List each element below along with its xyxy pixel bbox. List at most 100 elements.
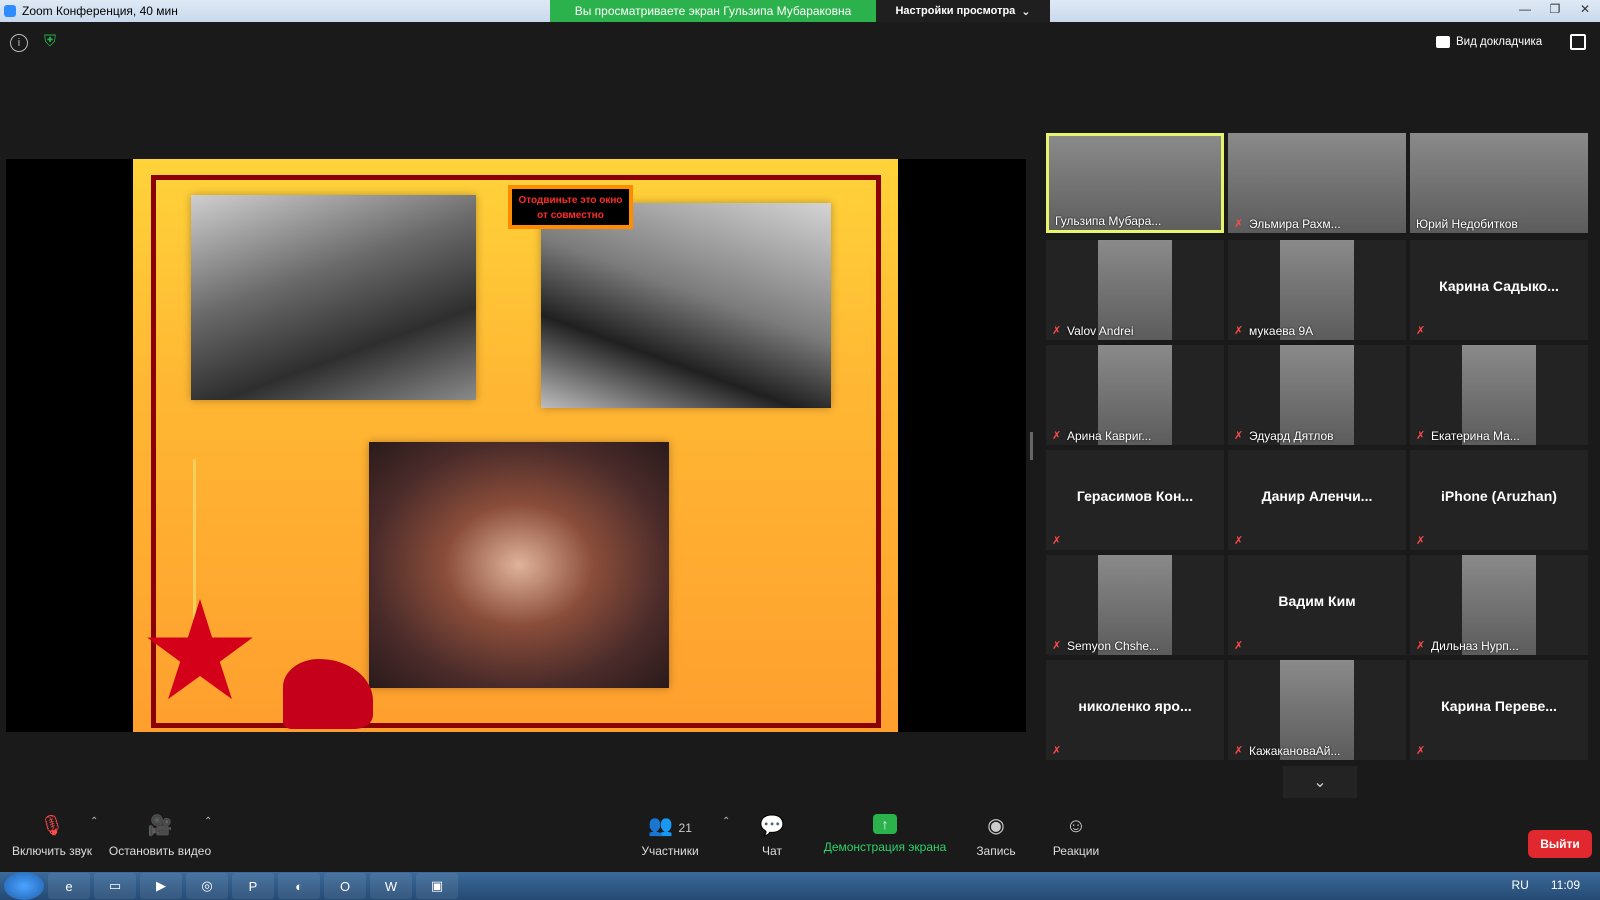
participant-tile[interactable]: ✗ Valov Andrei xyxy=(1046,240,1224,340)
participant-name-center: Герасимов Кон... xyxy=(1076,488,1194,504)
system-tray: RU 11:09 xyxy=(1512,878,1580,892)
muted-mic-icon: ✗ xyxy=(1052,535,1062,547)
participant-tile[interactable]: iPhone (Aruzhan) ✗ xyxy=(1410,450,1588,550)
participant-tile[interactable]: николенко яро... ✗ xyxy=(1046,660,1224,760)
popup-text: Отодвиньте это окно от совместно xyxy=(518,195,623,221)
firefox-icon[interactable]: ◐ xyxy=(278,873,320,899)
view-options-label: Настройки просмотра xyxy=(895,5,1016,17)
participants-icon: 👥 21 xyxy=(648,815,692,837)
participant-tile[interactable]: ✗ мукаева 9А xyxy=(1228,240,1406,340)
muted-mic-icon: ✗ xyxy=(1052,640,1062,652)
participant-name-center: Данир Аленчи... xyxy=(1261,488,1373,504)
participant-tile[interactable]: ✗ Эдуард Дятлов xyxy=(1228,345,1406,445)
word-icon[interactable]: W xyxy=(370,873,412,899)
participant-name: Юрий Недобитков xyxy=(1416,217,1518,231)
participant-name-center: iPhone (Aruzhan) xyxy=(1441,488,1557,504)
participant-tile[interactable]: ✗ Эльмира Рахм... xyxy=(1228,133,1406,233)
participant-name-center: Карина Переве... xyxy=(1441,698,1557,714)
participant-tile[interactable]: Гульзипа Мубара... xyxy=(1046,133,1224,233)
leave-meeting-button[interactable]: Выйти xyxy=(1528,830,1592,858)
participant-tile[interactable]: Герасимов Кон... ✗ xyxy=(1046,450,1224,550)
share-banner-text: Вы просматриваете экран Гульзипа Мубарак… xyxy=(574,4,852,18)
participant-tile[interactable]: ✗ Арина Кавриг... xyxy=(1046,345,1224,445)
participant-tile[interactable]: Данир Аленчи... ✗ xyxy=(1228,450,1406,550)
participants-count: 21 xyxy=(678,821,692,835)
muted-mic-icon: ✗ xyxy=(1234,430,1244,442)
photo-train-soldiers xyxy=(191,195,476,400)
record-button[interactable]: ◉ Запись xyxy=(972,814,1020,858)
fullscreen-icon[interactable] xyxy=(1570,34,1586,50)
participant-name: Дильназ Нурп... xyxy=(1431,639,1519,653)
participant-name-center: Карина Садыко... xyxy=(1439,278,1559,294)
zoom-taskbar-icon[interactable]: ▣ xyxy=(416,873,458,899)
participant-name: Semyon Chshe... xyxy=(1067,639,1160,653)
record-label: Запись xyxy=(976,844,1016,858)
chrome-icon[interactable]: ◎ xyxy=(186,873,228,899)
meeting-toolbar: 🎙 Включить звук ⌃ 🎥 Остановить видео ⌃ 👥… xyxy=(0,808,1600,872)
speaker-view-icon xyxy=(1436,36,1450,48)
powerpoint-icon[interactable]: P xyxy=(232,873,274,899)
clock[interactable]: 11:09 xyxy=(1551,878,1580,892)
gallery-next-page-button[interactable]: ⌄ xyxy=(1283,766,1357,798)
unmute-button[interactable]: 🎙 Включить звук ⌃ xyxy=(10,814,98,858)
participant-tile[interactable]: ✗ Дильназ Нурп... xyxy=(1410,555,1588,655)
opera-icon[interactable]: O xyxy=(324,873,366,899)
participant-tile[interactable]: Вадим Ким ✗ xyxy=(1228,555,1406,655)
participant-name: Эльмира Рахм... xyxy=(1249,217,1341,231)
video-options-caret[interactable]: ⌃ xyxy=(204,816,212,827)
participant-name: Екатерина Ма... xyxy=(1431,429,1520,443)
stop-video-button[interactable]: 🎥 Остановить видео ⌃ xyxy=(108,814,213,858)
participant-tile[interactable]: Карина Садыко... ✗ xyxy=(1410,240,1588,340)
share-screen-button[interactable]: ↑ Демонстрация экрана xyxy=(820,814,950,854)
participant-name: КажакановаАй... xyxy=(1249,744,1341,758)
muted-mic-icon: ✗ xyxy=(1234,640,1244,652)
info-icon[interactable]: i xyxy=(10,34,28,52)
participant-tile[interactable]: Карина Переве... ✗ xyxy=(1410,660,1588,760)
close-icon[interactable]: ✕ xyxy=(1570,0,1600,18)
restore-icon[interactable]: ❐ xyxy=(1540,0,1570,18)
chevron-down-icon: ⌄ xyxy=(1313,774,1327,791)
chevron-down-icon: ⌄ xyxy=(1021,5,1031,18)
participant-tile[interactable]: Юрий Недобитков xyxy=(1410,133,1588,233)
record-icon: ◉ xyxy=(987,815,1005,837)
muted-mic-icon: ✗ xyxy=(1416,640,1426,652)
photo-mother xyxy=(369,442,669,688)
ie-icon[interactable]: e xyxy=(48,873,90,899)
stop-video-label: Остановить видео xyxy=(108,844,212,858)
window-title: Zoom Конференция, 40 мин xyxy=(22,4,178,18)
explorer-icon[interactable]: ▭ xyxy=(94,873,136,899)
laurel-decoration xyxy=(193,459,223,619)
resize-handle[interactable] xyxy=(1030,432,1033,460)
zoom-app-icon xyxy=(4,5,16,17)
minimize-icon[interactable]: — xyxy=(1510,0,1540,18)
view-options-dropdown[interactable]: Настройки просмотра ⌄ xyxy=(876,0,1050,22)
muted-mic-icon: ✗ xyxy=(1234,325,1244,337)
share-screen-label: Демонстрация экрана xyxy=(823,840,947,854)
participant-name-center: николенко яро... xyxy=(1078,698,1192,714)
muted-mic-icon: ✗ xyxy=(1416,745,1426,757)
participant-tile[interactable]: ✗ КажакановаАй... xyxy=(1228,660,1406,760)
share-screen-icon: ↑ xyxy=(873,814,897,834)
audio-options-caret[interactable]: ⌃ xyxy=(90,816,98,827)
participant-name: Эдуард Дятлов xyxy=(1249,429,1334,443)
participants-options-caret[interactable]: ⌃ xyxy=(722,816,730,827)
reactions-icon: ☺ xyxy=(1065,815,1087,837)
chat-button[interactable]: 💬 Чат xyxy=(752,814,792,858)
start-button-icon[interactable] xyxy=(4,872,44,900)
muted-mic-icon: ✗ xyxy=(1416,325,1426,337)
participant-name: Арина Кавриг... xyxy=(1067,429,1152,443)
speaker-view-button[interactable]: Вид докладчика xyxy=(1436,32,1542,52)
participant-tile[interactable]: ✗ Екатерина Ма... xyxy=(1410,345,1588,445)
media-player-icon[interactable]: ▶ xyxy=(140,873,182,899)
reactions-button[interactable]: ☺ Реакции xyxy=(1048,814,1104,858)
muted-mic-icon: ✗ xyxy=(1052,325,1062,337)
video-camera-icon: 🎥 xyxy=(147,815,173,837)
participant-tile[interactable]: ✗ Semyon Chshe... xyxy=(1046,555,1224,655)
speaker-view-label: Вид докладчика xyxy=(1456,36,1543,48)
unmute-label: Включить звук xyxy=(11,844,93,858)
language-indicator[interactable]: RU xyxy=(1512,878,1529,892)
participants-button[interactable]: 👥 21 Участники ⌃ xyxy=(630,814,730,858)
shield-check-icon[interactable]: ⛨ xyxy=(44,33,62,53)
window-controls: — ❐ ✕ xyxy=(1510,0,1600,22)
muted-mic-icon: ✗ xyxy=(1052,745,1062,757)
